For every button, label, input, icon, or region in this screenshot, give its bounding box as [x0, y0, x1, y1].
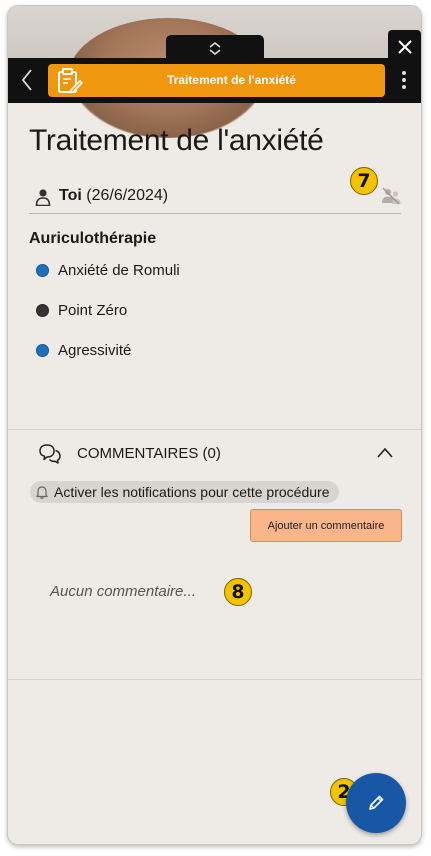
app-window: Traitement de l'anxiété Traitement de l'…	[8, 6, 421, 844]
back-button[interactable]	[14, 66, 40, 94]
point-item[interactable]: Point Zéro	[36, 300, 127, 320]
point-label: Anxiété de Romuli	[58, 261, 180, 279]
kebab-menu-icon[interactable]	[394, 66, 414, 94]
page-title: Traitement de l'anxiété	[29, 124, 324, 157]
comments-header[interactable]: COMMENTAIRES (0)	[38, 442, 393, 468]
author-name: Toi	[59, 187, 82, 204]
pencil-icon	[369, 795, 384, 810]
point-label: Point Zéro	[58, 301, 128, 319]
comments-title: COMMENTAIRES (0)	[77, 445, 221, 462]
point-label: Agressivité	[58, 341, 132, 359]
bell-icon	[36, 486, 48, 499]
clipboard-edit-icon	[58, 68, 83, 94]
top-bar: Traitement de l'anxiété	[8, 58, 421, 103]
author-date: (26/6/2024)	[86, 187, 169, 204]
notification-label: Activer les notifications pour cette pro…	[54, 484, 330, 500]
chevron-up-down-icon	[209, 41, 221, 55]
badge-7: 7	[350, 167, 378, 195]
point-item[interactable]: Agressivité	[36, 340, 131, 360]
author-row: Toi (26/6/2024)	[29, 182, 401, 214]
chevron-left-icon	[21, 69, 32, 91]
point-dot-icon	[36, 303, 49, 317]
divider	[8, 679, 421, 680]
person-icon	[35, 189, 51, 206]
point-dot-icon	[36, 343, 49, 357]
chevron-up-icon[interactable]	[377, 446, 393, 460]
divider	[8, 429, 421, 430]
badge-8: 8	[224, 578, 252, 606]
section-title: Auriculothérapie	[29, 230, 157, 247]
point-item[interactable]: Anxiété de Romuli	[36, 260, 180, 280]
close-icon	[397, 39, 412, 54]
empty-comments-text: Aucun commentaire...	[50, 583, 196, 600]
share-people-icon[interactable]	[380, 186, 402, 206]
procedure-title-pill[interactable]: Traitement de l'anxiété	[48, 64, 385, 97]
procedure-title: Traitement de l'anxiété	[167, 73, 296, 87]
chat-bubbles-icon	[39, 444, 61, 464]
edit-fab-button[interactable]	[346, 773, 406, 833]
add-comment-button[interactable]: Ajouter un commentaire	[250, 509, 402, 542]
point-dot-icon	[36, 263, 49, 277]
notification-toggle[interactable]: Activer les notifications pour cette pro…	[30, 481, 340, 503]
